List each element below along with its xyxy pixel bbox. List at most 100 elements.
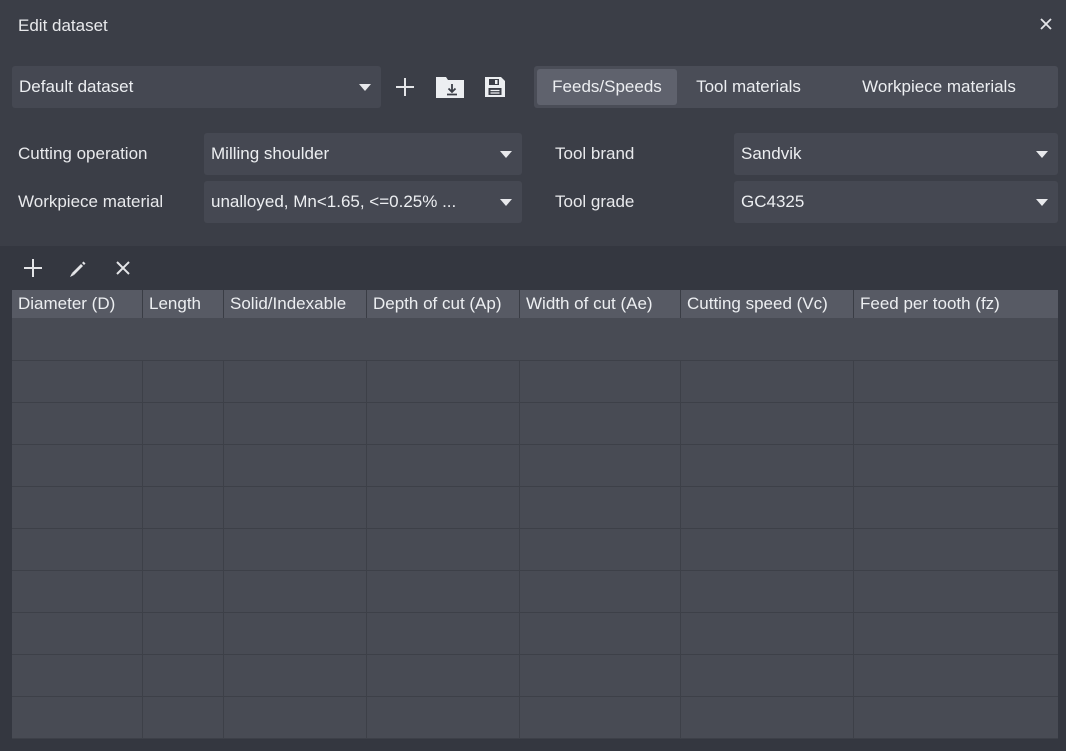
table-cell[interactable]	[681, 571, 854, 612]
close-button[interactable]	[1036, 14, 1056, 34]
table-cell[interactable]	[854, 487, 1058, 528]
table-cell[interactable]	[224, 445, 367, 486]
table-cell[interactable]	[224, 571, 367, 612]
tool-grade-label: Tool grade	[555, 192, 635, 211]
workpiece-material-value: unalloyed, Mn<1.65, <=0.25% ...	[211, 192, 457, 211]
table-cell[interactable]	[854, 613, 1058, 654]
table-cell[interactable]	[520, 403, 681, 444]
table-cell[interactable]	[367, 445, 520, 486]
x-icon	[116, 261, 130, 275]
tab-workpiece-materials[interactable]: Workpiece materials	[824, 69, 1054, 105]
table-cell[interactable]	[12, 655, 143, 696]
add-dataset-button[interactable]	[392, 74, 418, 100]
table-cell[interactable]	[681, 361, 854, 402]
table-row[interactable]	[12, 487, 1058, 529]
table-cell[interactable]	[367, 361, 520, 402]
add-row-button[interactable]	[21, 256, 45, 280]
table-cell[interactable]	[12, 361, 143, 402]
chevron-down-icon	[359, 83, 371, 91]
table-cell[interactable]	[520, 529, 681, 570]
table-cell[interactable]	[224, 403, 367, 444]
table-cell[interactable]	[367, 571, 520, 612]
table-cell[interactable]	[854, 571, 1058, 612]
table-row[interactable]	[12, 613, 1058, 655]
table-cell[interactable]	[681, 445, 854, 486]
table-cell[interactable]	[12, 613, 143, 654]
table-cell[interactable]	[681, 613, 854, 654]
table-cell[interactable]	[520, 445, 681, 486]
table-cell[interactable]	[224, 361, 367, 402]
table-cell[interactable]	[681, 529, 854, 570]
column-header-width-of-cut[interactable]: Width of cut (Ae)	[520, 290, 681, 318]
table-cell[interactable]	[12, 445, 143, 486]
tool-brand-select[interactable]: Sandvik	[734, 133, 1058, 175]
table-cell[interactable]	[143, 571, 224, 612]
table-cell[interactable]	[520, 613, 681, 654]
cutting-operation-select[interactable]: Milling shoulder	[204, 133, 522, 175]
table-row[interactable]	[12, 655, 1058, 697]
tab-feeds-speeds[interactable]: Feeds/Speeds	[537, 69, 677, 105]
workpiece-material-select[interactable]: unalloyed, Mn<1.65, <=0.25% ...	[204, 181, 522, 223]
column-header-cutting-speed[interactable]: Cutting speed (Vc)	[681, 290, 854, 318]
table-cell[interactable]	[224, 613, 367, 654]
table-cell[interactable]	[854, 697, 1058, 738]
table-cell[interactable]	[224, 697, 367, 738]
table-cell[interactable]	[854, 361, 1058, 402]
dialog-title: Edit dataset	[18, 16, 108, 35]
table-row[interactable]	[12, 697, 1058, 739]
column-header-feed-per-tooth[interactable]: Feed per tooth (fz)	[854, 290, 1058, 318]
table-cell[interactable]	[143, 697, 224, 738]
table-cell[interactable]	[143, 655, 224, 696]
table-cell[interactable]	[224, 529, 367, 570]
table-cell[interactable]	[143, 613, 224, 654]
table-cell[interactable]	[854, 655, 1058, 696]
delete-row-button[interactable]	[111, 256, 135, 280]
column-header-diameter[interactable]: Diameter (D)	[12, 290, 143, 318]
table-cell[interactable]	[681, 487, 854, 528]
save-dataset-button[interactable]	[481, 72, 509, 102]
edit-row-button[interactable]	[65, 256, 89, 280]
table-cell[interactable]	[12, 697, 143, 738]
column-header-depth-of-cut[interactable]: Depth of cut (Ap)	[367, 290, 520, 318]
tool-grade-select[interactable]: GC4325	[734, 181, 1058, 223]
import-dataset-button[interactable]	[434, 72, 466, 102]
table-row[interactable]	[12, 445, 1058, 487]
table-cell[interactable]	[12, 487, 143, 528]
table-cell[interactable]	[681, 655, 854, 696]
table-cell[interactable]	[367, 697, 520, 738]
table-row[interactable]	[12, 403, 1058, 445]
table-cell[interactable]	[143, 529, 224, 570]
table-cell[interactable]	[367, 529, 520, 570]
table-cell[interactable]	[520, 655, 681, 696]
table-cell[interactable]	[854, 529, 1058, 570]
column-header-length[interactable]: Length	[143, 290, 224, 318]
table-cell[interactable]	[520, 361, 681, 402]
table-cell[interactable]	[224, 487, 367, 528]
table-cell[interactable]	[143, 403, 224, 444]
folder-import-icon	[436, 77, 464, 98]
tab-tool-materials[interactable]: Tool materials	[680, 69, 817, 105]
table-cell[interactable]	[143, 445, 224, 486]
table-cell[interactable]	[12, 571, 143, 612]
table-cell[interactable]	[143, 361, 224, 402]
table-cell[interactable]	[367, 613, 520, 654]
table-cell[interactable]	[520, 487, 681, 528]
table-row[interactable]	[12, 361, 1058, 403]
table-cell[interactable]	[367, 655, 520, 696]
dataset-select[interactable]: Default dataset	[12, 66, 381, 108]
table-cell[interactable]	[367, 487, 520, 528]
table-cell[interactable]	[854, 445, 1058, 486]
table-cell[interactable]	[224, 655, 367, 696]
table-cell[interactable]	[520, 571, 681, 612]
table-row[interactable]	[12, 571, 1058, 613]
table-cell[interactable]	[681, 697, 854, 738]
table-cell[interactable]	[520, 697, 681, 738]
table-cell[interactable]	[12, 403, 143, 444]
table-cell[interactable]	[367, 403, 520, 444]
table-cell[interactable]	[12, 529, 143, 570]
table-cell[interactable]	[143, 487, 224, 528]
column-header-solid-indexable[interactable]: Solid/Indexable	[224, 290, 367, 318]
table-cell[interactable]	[681, 403, 854, 444]
table-cell[interactable]	[854, 403, 1058, 444]
table-row[interactable]	[12, 529, 1058, 571]
